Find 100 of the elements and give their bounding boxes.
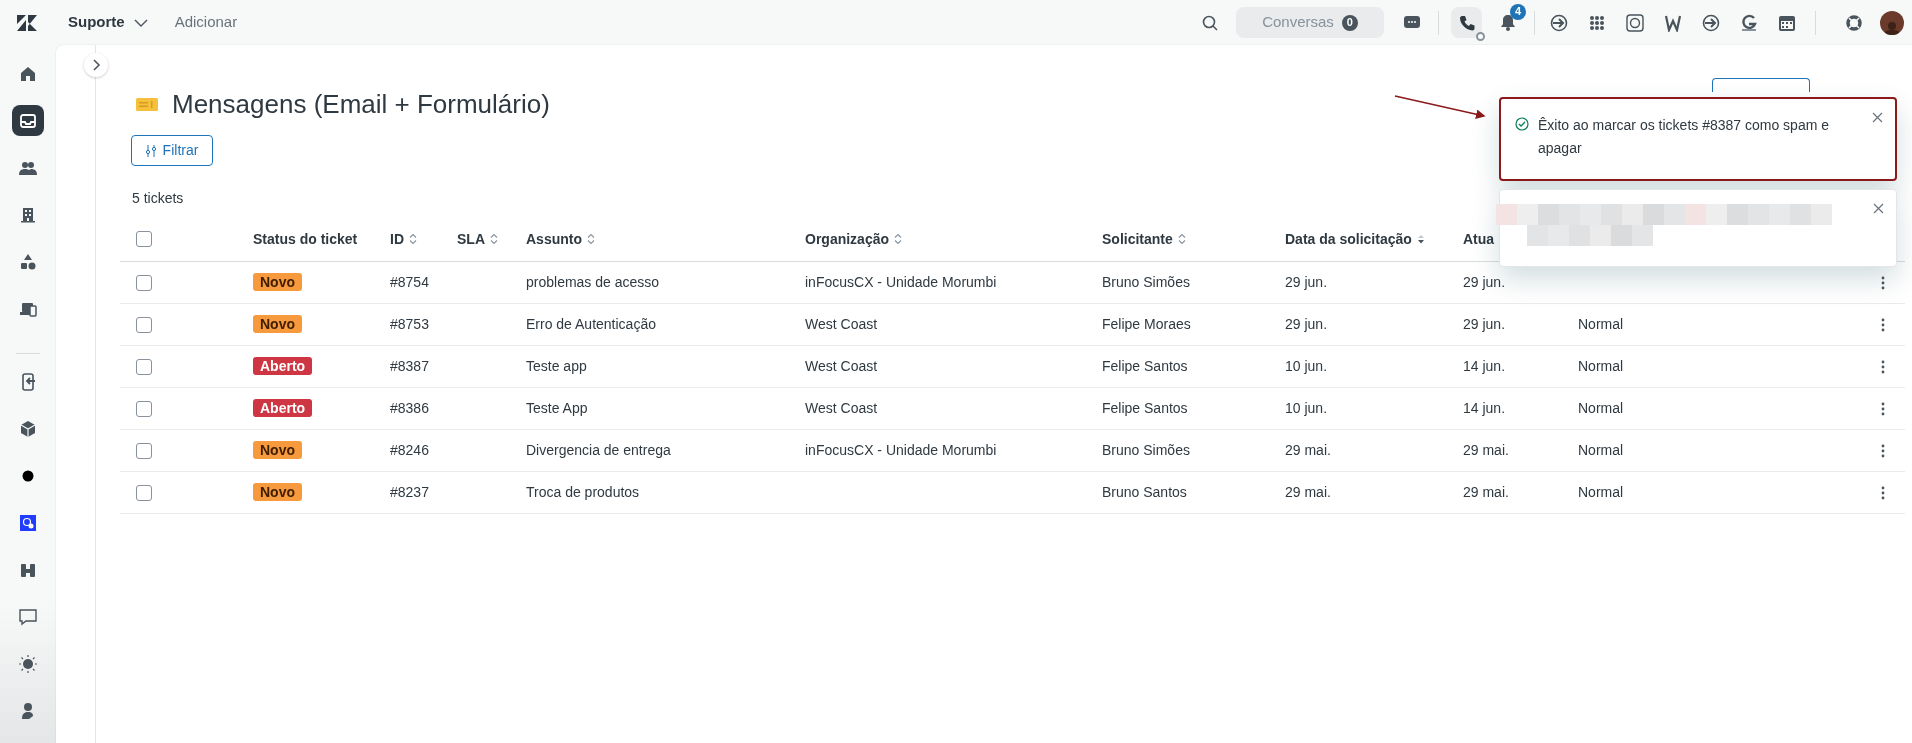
sun-icon xyxy=(19,655,37,674)
table-cell: 29 jun. xyxy=(1285,316,1328,332)
table-cell: problemas de acesso xyxy=(526,274,660,290)
table-cell: 29 mai. xyxy=(1285,442,1331,458)
table-cell: Bruno Santos xyxy=(1102,484,1187,500)
speech-bubble-icon xyxy=(19,608,37,627)
table-cell: 29 mai. xyxy=(1463,442,1509,458)
home-icon xyxy=(19,64,37,83)
notification-badge: 4 xyxy=(1510,3,1526,20)
checkbox[interactable] xyxy=(136,231,152,247)
table-cell: #8387 xyxy=(390,358,429,374)
inbox-icon xyxy=(19,111,37,130)
table-cell: Felipe Moraes xyxy=(1102,316,1191,332)
table-cell: #8386 xyxy=(390,400,429,416)
checkbox[interactable] xyxy=(136,274,152,291)
building-icon xyxy=(19,205,37,224)
shapes-icon xyxy=(19,252,37,271)
lifebuoy-icon xyxy=(1846,14,1862,31)
checkbox[interactable] xyxy=(136,316,152,333)
w-shape-icon xyxy=(1664,13,1682,32)
table-cell: 29 jun. xyxy=(1463,316,1506,332)
table-cell: 29 mai. xyxy=(1285,484,1331,500)
table-cell: 14 jun. xyxy=(1463,358,1506,374)
app-tile-icon xyxy=(19,514,37,533)
more-options-icon[interactable] xyxy=(1880,359,1885,374)
search-icon xyxy=(1202,14,1218,31)
more-options-icon[interactable] xyxy=(1880,443,1885,458)
chat-app-icon xyxy=(1626,13,1644,32)
column-header[interactable]: Data da solicitação xyxy=(1285,228,1412,250)
status-badge: Novo xyxy=(253,441,302,459)
check-circle-icon xyxy=(1515,117,1529,131)
table-cell: West Coast xyxy=(805,400,878,416)
view-title: Mensagens (Email + Formulário) xyxy=(172,87,550,121)
table-cell: Normal xyxy=(1578,316,1624,332)
table-cell: Bruno Simões xyxy=(1102,442,1190,458)
table-cell: Normal xyxy=(1578,400,1624,416)
chevron-right-icon xyxy=(91,59,101,71)
table-cell: Normal xyxy=(1578,484,1624,500)
table-cell: 29 jun. xyxy=(1463,274,1506,290)
table-cell: Bruno Simões xyxy=(1102,274,1190,290)
table-cell: Divergencia de entrega xyxy=(526,442,671,458)
dots-pattern-icon xyxy=(1588,13,1606,32)
toast-message: Êxito ao marcar os tickets #8387 como spam e apagar xyxy=(1538,116,1831,158)
column-header[interactable]: ID xyxy=(390,228,404,250)
checkbox[interactable] xyxy=(136,484,152,501)
table-cell: #8237 xyxy=(390,484,429,500)
status-badge: Novo xyxy=(253,315,302,333)
column-header[interactable]: Assunto xyxy=(526,228,582,250)
table-cell: Normal xyxy=(1578,442,1624,458)
status-badge: Aberto xyxy=(253,357,313,375)
g-shape-icon xyxy=(1740,13,1758,32)
close-icon xyxy=(1872,202,1884,214)
table-cell: Erro de Autenticação xyxy=(526,316,656,332)
status-badge: Novo xyxy=(253,483,302,501)
count-badge: 0 xyxy=(1341,14,1358,31)
avatar[interactable] xyxy=(1880,10,1904,35)
checkbox[interactable] xyxy=(136,400,152,417)
conversations-button[interactable]: Conversas 0 xyxy=(1236,7,1384,38)
column-header[interactable]: Atua xyxy=(1463,228,1495,250)
table-cell: 10 jun. xyxy=(1285,358,1328,374)
checkbox[interactable] xyxy=(136,358,152,375)
table-cell: #8753 xyxy=(390,316,429,332)
table-cell: Felipe Santos xyxy=(1102,358,1188,374)
table-cell: #8754 xyxy=(390,274,429,290)
status-badge: Aberto xyxy=(253,399,313,417)
sliders-icon xyxy=(145,144,156,157)
table-cell: 29 jun. xyxy=(1285,274,1328,290)
table-cell: Teste App xyxy=(526,400,588,416)
column-header[interactable]: Status do ticket xyxy=(253,228,358,250)
expand-panel-button[interactable] xyxy=(84,53,108,77)
zendesk-logo-icon xyxy=(17,14,37,31)
column-header[interactable]: Solicitante xyxy=(1102,228,1173,250)
chat-bubble-icon xyxy=(1404,15,1420,30)
close-icon xyxy=(1871,111,1883,123)
column-header[interactable]: Organização xyxy=(805,228,890,250)
table-cell: West Coast xyxy=(805,358,878,374)
product-switcher[interactable]: Suporte xyxy=(68,11,148,34)
sidebar-item[interactable] xyxy=(12,105,44,136)
more-options-icon[interactable] xyxy=(1880,275,1885,290)
more-options-icon[interactable] xyxy=(1880,317,1885,332)
status-badge: Novo xyxy=(253,273,302,291)
add-link[interactable]: Adicionar xyxy=(174,11,238,34)
arrow-circle-icon xyxy=(1550,13,1568,32)
more-options-icon[interactable] xyxy=(1880,401,1885,416)
table-cell: 10 jun. xyxy=(1285,400,1328,416)
column-header[interactable]: SLA xyxy=(457,228,485,250)
partly-hidden-button[interactable] xyxy=(1712,78,1810,92)
ticket-icon xyxy=(136,97,158,111)
table-cell: inFocusCX - Unidade Morumbi xyxy=(805,274,997,290)
checkbox[interactable] xyxy=(136,442,152,459)
filter-button[interactable]: Filtrar xyxy=(131,135,213,166)
calendar-icon xyxy=(1778,13,1796,32)
binoculars-icon xyxy=(19,561,37,580)
chevron-down-icon xyxy=(133,18,148,27)
cube-icon xyxy=(19,420,37,439)
more-options-icon[interactable] xyxy=(1880,485,1885,500)
phone-icon xyxy=(1458,14,1475,31)
ticket-count: 5 tickets xyxy=(132,189,184,208)
phone-button[interactable] xyxy=(1451,7,1482,38)
table-cell: Teste app xyxy=(526,358,587,374)
